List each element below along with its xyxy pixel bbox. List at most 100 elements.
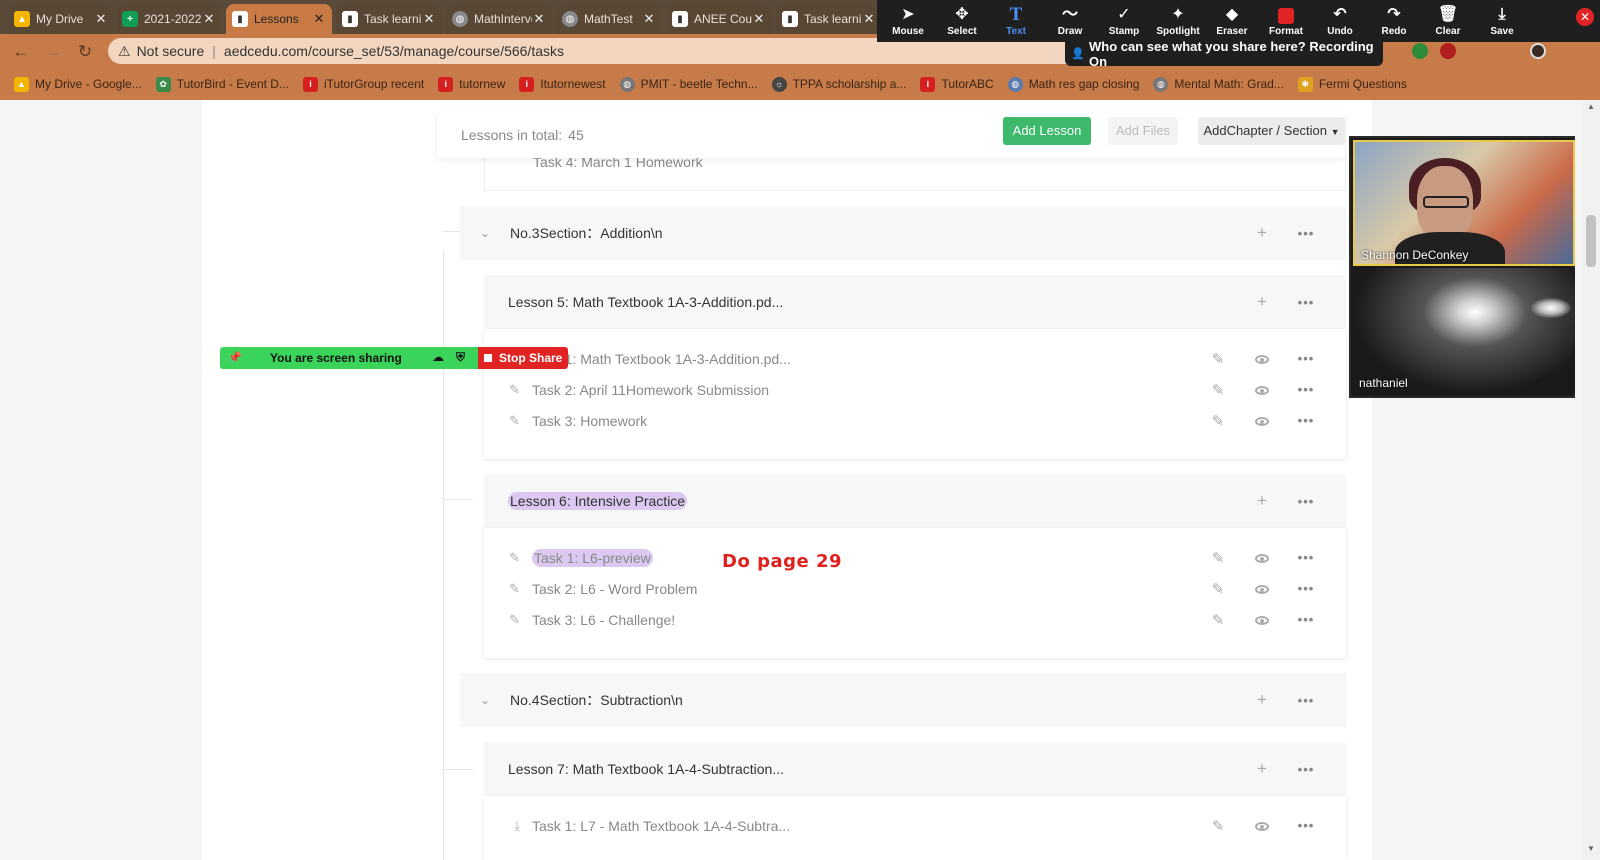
redo-tool[interactable]: ↷ Redo [1367, 0, 1421, 42]
eraser-tool[interactable]: ◆ Eraser [1205, 0, 1259, 42]
add-chapter-section-button[interactable]: AddChapter / Section ▼ [1198, 117, 1345, 145]
security-label[interactable]: Not secure [137, 43, 205, 59]
edit-icon[interactable]: ✎ [1196, 549, 1240, 567]
scrollbar[interactable] [1582, 100, 1600, 860]
tab-task-learning[interactable]: ▮ Task learning ✕ [336, 4, 442, 34]
add-icon[interactable]: + [1240, 690, 1284, 710]
edit-icon[interactable]: ✎ [1196, 381, 1240, 399]
eye-icon[interactable] [1240, 549, 1284, 566]
task-title[interactable]: Task 3: L6 - Challenge! [532, 612, 675, 628]
back-arrow-icon[interactable]: ← [10, 41, 32, 63]
bookmark-item[interactable]: ◍ Math res gap closing [1007, 76, 1139, 92]
screen-share-status[interactable]: 📌 You are screen sharing ☁ ⛨ [220, 347, 478, 369]
more-icon[interactable]: ••• [1284, 226, 1328, 241]
tab-anee-course[interactable]: ▮ ANEE Course ✕ [666, 4, 772, 34]
spotlight-tool[interactable]: ✦ Spotlight [1151, 0, 1205, 42]
url-text[interactable]: aedcedu.com/course_set/53/manage/course/… [224, 43, 564, 59]
task-row[interactable]: ✎ Task 3: L6 - Challenge! ✎ ••• [484, 604, 1346, 635]
add-icon[interactable]: + [1240, 759, 1284, 779]
cloud-icon[interactable]: ☁ [432, 350, 444, 364]
warning-icon[interactable]: ⚠ [118, 43, 131, 60]
reload-icon[interactable]: ↻ [74, 41, 96, 63]
participant-video[interactable]: Shannon DeConkey [1353, 140, 1575, 266]
section-row[interactable]: ⌄ No.3Section：Addition\n + ••• [460, 206, 1346, 260]
more-icon[interactable]: ••• [1284, 351, 1328, 366]
close-icon[interactable]: ✕ [422, 11, 436, 27]
scrollbar-thumb[interactable] [1586, 215, 1596, 267]
add-files-button[interactable]: Add Files [1108, 117, 1178, 145]
mouse-tool[interactable]: ➤ Mouse [881, 0, 935, 42]
add-icon[interactable]: + [1240, 292, 1284, 312]
task-row[interactable]: ⤓ Task 1: L7 - Math Textbook 1A-4-Subtra… [484, 810, 1346, 841]
tab-mathintervention[interactable]: ◍ MathIntervention ✕ [446, 4, 552, 34]
scroll-down-icon[interactable]: ▼ [1584, 844, 1598, 858]
task-row[interactable]: ✎ Task 2: L6 - Word Problem ✎ ••• [484, 573, 1346, 604]
video-panel[interactable]: Shannon DeConkey nathaniel [1349, 136, 1575, 398]
format-tool[interactable]: Format [1259, 0, 1313, 42]
more-icon[interactable]: ••• [1284, 550, 1328, 565]
edit-icon[interactable]: ✎ [1196, 611, 1240, 629]
edit-icon[interactable]: ✎ [1196, 580, 1240, 598]
close-icon[interactable]: ✕ [642, 11, 656, 27]
more-icon[interactable]: ••• [1284, 494, 1328, 509]
shield-icon[interactable]: ⛨ [456, 350, 465, 365]
avatar[interactable] [1530, 43, 1546, 59]
close-icon[interactable]: ✕ [94, 11, 108, 27]
edit-icon[interactable]: ✎ [1196, 412, 1240, 430]
close-icon[interactable]: ✕ [752, 11, 766, 27]
more-icon[interactable]: ••• [1284, 762, 1328, 777]
tab-2021-2022[interactable]: + 2021-2022 ✕ [116, 4, 222, 34]
chevron-down-icon[interactable]: ⌄ [460, 693, 510, 707]
tab-lessons[interactable]: ▮ Lessons ✕ [226, 4, 332, 34]
clear-tool[interactable]: 🗑 Clear [1421, 0, 1475, 42]
lesson-row[interactable]: Lesson 7: Math Textbook 1A-4-Subtraction… [484, 742, 1346, 796]
close-icon[interactable]: ✕ [312, 11, 326, 27]
extension-icon[interactable] [1440, 43, 1456, 59]
close-icon[interactable]: ✕ [532, 11, 546, 27]
bookmark-item[interactable]: ▲ My Drive - Google... [14, 76, 142, 92]
task-title[interactable]: Task 1: L7 - Math Textbook 1A-4-Subtra..… [532, 818, 790, 834]
save-tool[interactable]: ⤓ Save [1475, 0, 1529, 42]
task-title[interactable]: Task 1: Math Textbook 1A-3-Addition.pd..… [532, 351, 791, 367]
scroll-up-icon[interactable]: ▲ [1584, 102, 1598, 116]
tab-my-drive[interactable]: ▲ My Drive ✕ [8, 4, 114, 34]
stop-share-button[interactable]: Stop Share [478, 347, 568, 369]
tab-mathtest[interactable]: ◍ MathTest ✕ [556, 4, 662, 34]
more-icon[interactable]: ••• [1284, 382, 1328, 397]
eye-icon[interactable] [1240, 580, 1284, 597]
forward-arrow-icon[interactable]: → [42, 41, 64, 63]
task-title[interactable]: Task 1: L6-preview [532, 548, 653, 567]
tab-task-learning-2[interactable]: ▮ Task learning ✕ [776, 4, 882, 34]
more-icon[interactable]: ••• [1284, 693, 1328, 708]
more-icon[interactable]: ••• [1284, 581, 1328, 596]
extension-icon[interactable] [1412, 43, 1428, 59]
select-tool[interactable]: ✥ Select [935, 0, 989, 42]
more-icon[interactable]: ••• [1284, 612, 1328, 627]
bookmark-item[interactable]: ◍ PMIT - beetle Techn... [619, 76, 758, 92]
more-icon[interactable]: ••• [1284, 818, 1328, 833]
eye-icon[interactable] [1240, 350, 1284, 367]
close-icon[interactable]: ✕ [202, 11, 216, 27]
draw-tool[interactable]: 〜 Draw [1043, 0, 1097, 42]
more-icon[interactable]: ••• [1284, 413, 1328, 428]
eye-icon[interactable] [1240, 381, 1284, 398]
edit-icon[interactable]: ✎ [1196, 350, 1240, 368]
bookmark-item[interactable]: ✿ TutorBird - Event D... [155, 76, 289, 92]
bookmark-item[interactable]: i tutornew [438, 76, 505, 92]
bookmark-item[interactable]: i TutorABC [920, 76, 994, 92]
undo-tool[interactable]: ↶ Undo [1313, 0, 1367, 42]
add-lesson-button[interactable]: Add Lesson [1003, 117, 1091, 145]
bookmark-item[interactable]: ◍ Mental Math: Grad... [1153, 76, 1284, 92]
close-icon[interactable]: ✕ [862, 11, 876, 27]
task-row[interactable]: ✎ Task 2: April 11Homework Submission ✎ … [484, 374, 1346, 405]
add-icon[interactable]: + [1240, 223, 1284, 243]
lesson-row[interactable]: Lesson 6: Intensive Practice + ••• [484, 474, 1346, 528]
pin-icon[interactable]: 📌 [228, 351, 242, 364]
eye-icon[interactable] [1240, 817, 1284, 834]
add-icon[interactable]: + [1240, 491, 1284, 511]
participant-video[interactable]: nathaniel [1353, 268, 1575, 394]
text-tool[interactable]: T Text [989, 0, 1043, 42]
task-row[interactable]: ✎ Task 3: Homework ✎ ••• [484, 405, 1346, 436]
lesson-row[interactable]: Lesson 5: Math Textbook 1A-3-Addition.pd… [484, 275, 1346, 329]
stamp-tool[interactable]: ✓ Stamp [1097, 0, 1151, 42]
